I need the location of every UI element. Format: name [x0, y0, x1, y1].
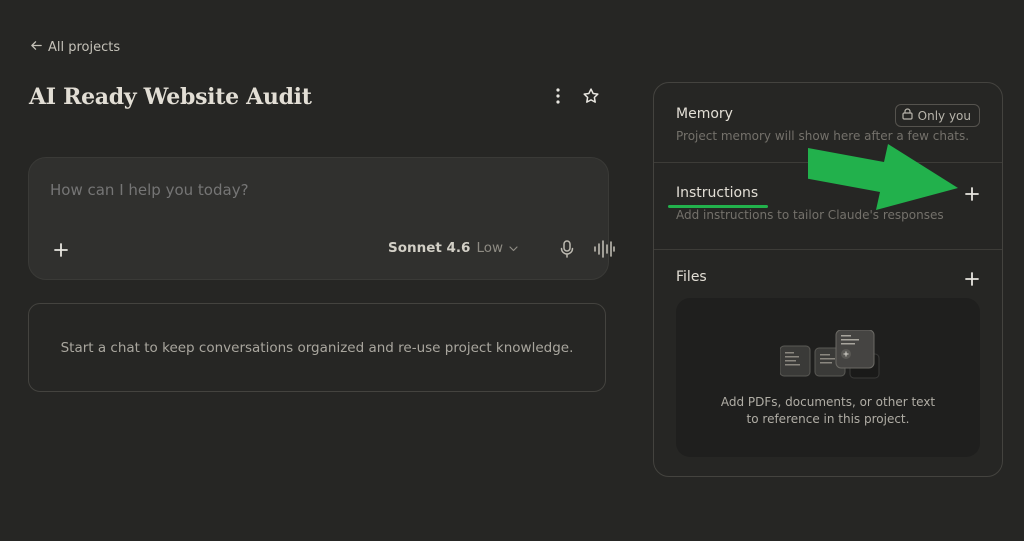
- dictation-button[interactable]: [557, 238, 577, 260]
- more-options-button[interactable]: [548, 85, 568, 107]
- plus-icon: [965, 272, 979, 286]
- model-effort: Low: [476, 240, 504, 256]
- files-section: Files Add PDFs, documents, or other text…: [654, 250, 1002, 478]
- plus-icon: [965, 187, 979, 201]
- add-attachment-button[interactable]: [51, 239, 71, 261]
- arrow-left-icon: [30, 39, 43, 56]
- add-instructions-button[interactable]: [962, 183, 982, 205]
- add-files-button[interactable]: [962, 268, 982, 290]
- voice-waveform-icon: [593, 240, 615, 258]
- files-title: Files: [676, 269, 707, 285]
- files-illustration-icon: [779, 329, 880, 384]
- badge-label: Only you: [917, 108, 971, 123]
- memory-visibility-badge[interactable]: Only you: [894, 104, 980, 127]
- more-vertical-icon: [556, 88, 560, 104]
- empty-state-message: Start a chat to keep conversations organ…: [60, 339, 574, 356]
- files-dropzone[interactable]: Add PDFs, documents, or other text to re…: [676, 298, 980, 457]
- instructions-title: Instructions: [676, 185, 759, 201]
- plus-icon: [54, 243, 68, 257]
- project-side-panel: Memory Only you Project memory will show…: [653, 82, 1003, 477]
- back-to-all-projects-link[interactable]: All projects: [30, 39, 120, 56]
- favorite-button[interactable]: [581, 85, 601, 107]
- lock-icon: [902, 108, 913, 123]
- back-link-label: All projects: [48, 40, 121, 55]
- instructions-section[interactable]: Instructions Add instructions to tailor …: [654, 163, 1002, 250]
- empty-chats-card: Start a chat to keep conversations organ…: [28, 303, 606, 392]
- title-actions: [548, 85, 601, 107]
- chat-composer: Sonnet 4.6 Low: [28, 157, 615, 280]
- chevron-down-icon: [509, 240, 518, 256]
- chat-input[interactable]: [50, 181, 570, 199]
- model-selector[interactable]: Sonnet 4.6 Low: [388, 240, 518, 256]
- microphone-icon: [560, 240, 574, 258]
- memory-title: Memory: [676, 106, 733, 122]
- model-name: Sonnet 4.6: [388, 240, 471, 256]
- project-title: AI Ready Website Audit: [29, 84, 312, 110]
- memory-section: Memory Only you Project memory will show…: [654, 83, 1002, 163]
- voice-mode-button[interactable]: [593, 238, 615, 260]
- files-hint: Add PDFs, documents, or other text to re…: [720, 395, 936, 426]
- instructions-description: Add instructions to tailor Claude's resp…: [676, 208, 944, 222]
- memory-description: Project memory will show here after a fe…: [676, 129, 970, 143]
- star-icon: [582, 87, 600, 105]
